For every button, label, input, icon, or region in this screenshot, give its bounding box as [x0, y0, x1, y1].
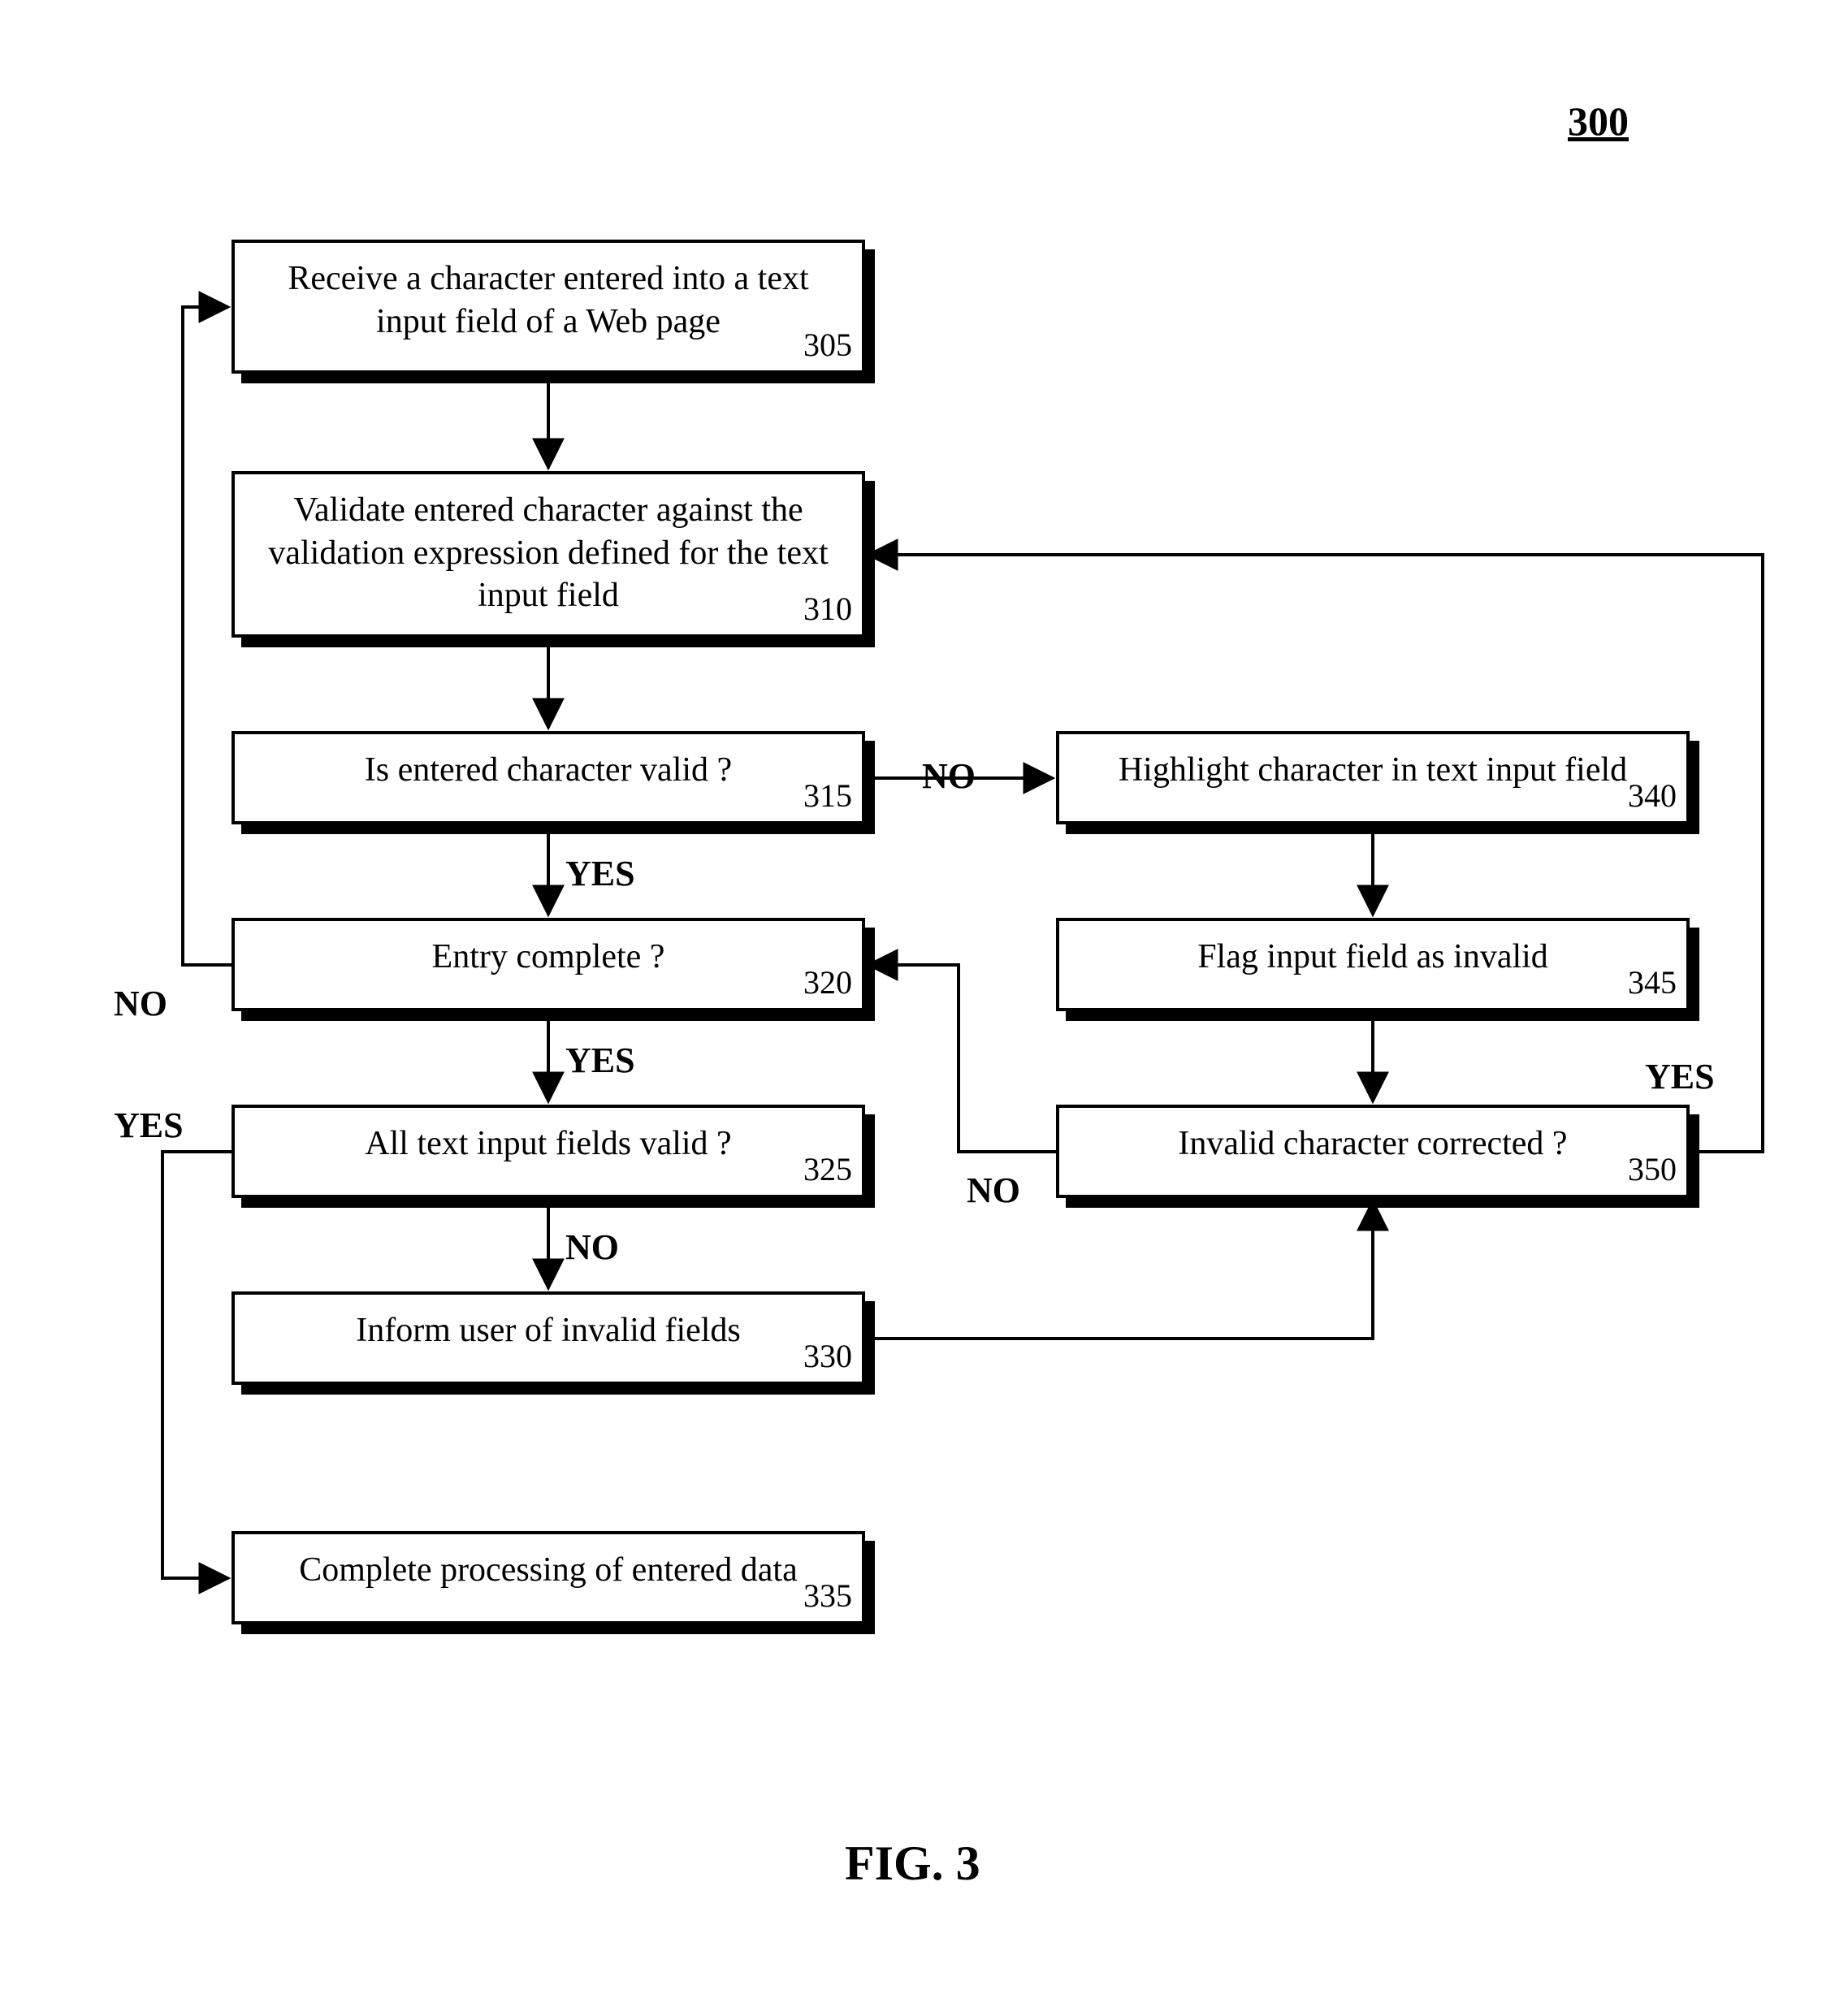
flow-arrows — [0, 0, 1848, 1994]
figure-caption: FIG. 3 — [845, 1836, 980, 1892]
flowchart-page: 300 Receive a character entered into a t… — [0, 0, 1848, 1994]
